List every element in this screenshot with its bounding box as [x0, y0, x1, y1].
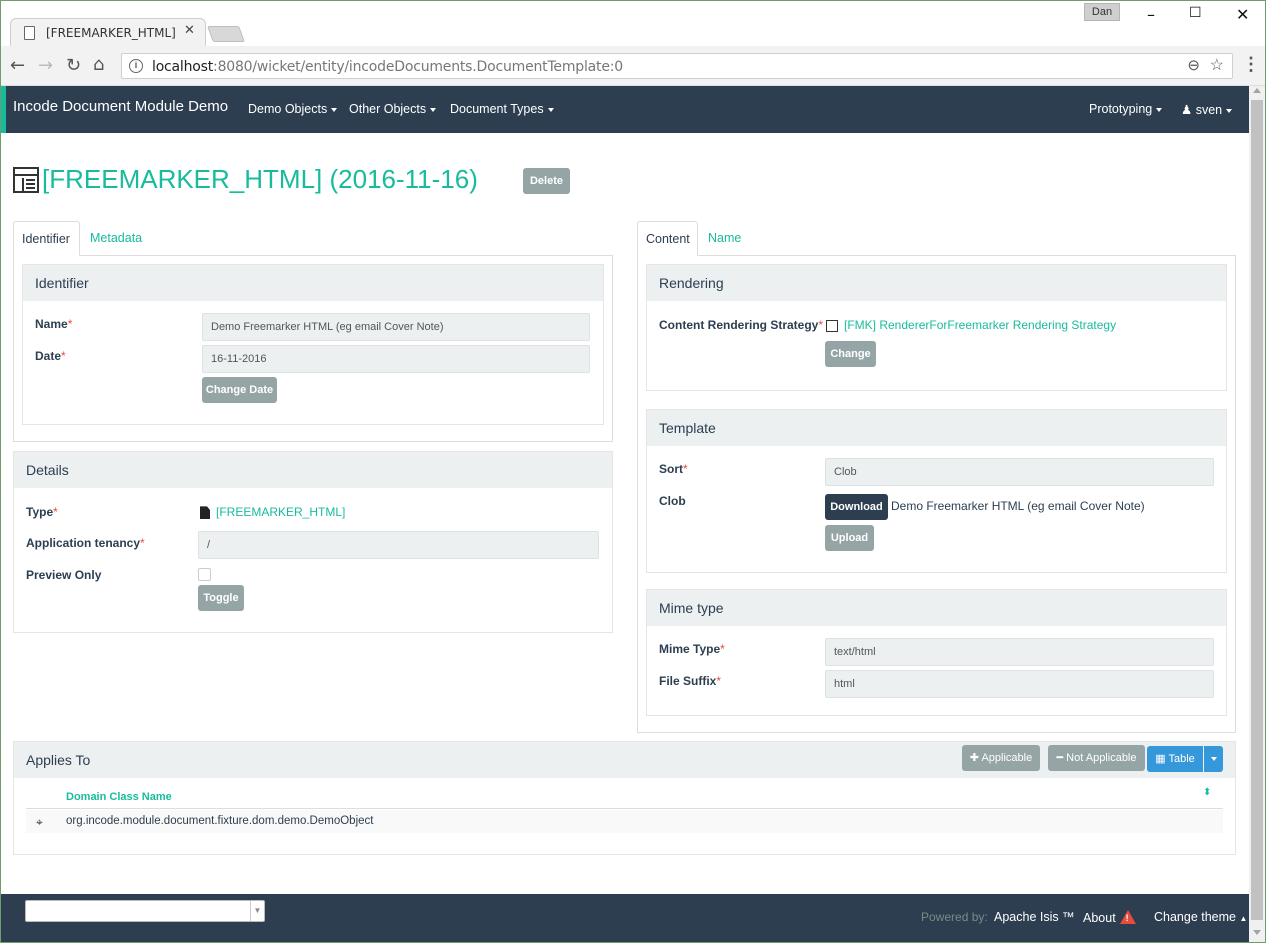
preview-only-label: Preview Only [26, 568, 102, 582]
rendering-strategy-value[interactable]: [FMK] RendererForFreemarker Rendering St… [826, 318, 1116, 332]
date-label: Date* [35, 349, 66, 363]
user-icon: ♟ [1181, 103, 1193, 117]
rendering-strategy-label: Content Rendering Strategy* [659, 318, 824, 332]
mime-type-label: Mime Type* [659, 642, 725, 656]
file-suffix-label: File Suffix* [659, 674, 722, 688]
close-tab-icon[interactable]: ✕ [184, 23, 195, 38]
menu-other-objects[interactable]: Other Objects [349, 102, 437, 116]
close-window-icon[interactable]: ✕ [1236, 5, 1249, 24]
scroll-down-icon[interactable] [1253, 930, 1261, 935]
table-header-row [26, 786, 1223, 809]
type-value[interactable]: [FREEMARKER_HTML] [200, 505, 345, 520]
table-view-button[interactable]: ▦ Table [1147, 746, 1203, 772]
applicable-button[interactable]: ✚ Applicable [962, 745, 1040, 771]
plus-icon: ✚ [969, 752, 979, 764]
column-header-domain-class[interactable]: Domain Class Name [66, 791, 172, 803]
mime-type-panel-heading: Mime type [647, 590, 1226, 626]
tab-identifier[interactable]: Identifier [13, 221, 80, 256]
back-icon[interactable]: ← [10, 55, 25, 76]
tab-metadata[interactable]: Metadata [90, 231, 142, 245]
toggle-button[interactable]: Toggle [198, 585, 244, 611]
address-bar[interactable]: i localhost:8080/wicket/entity/incodeDoc… [121, 53, 1233, 79]
scroll-up-icon[interactable] [1253, 88, 1261, 93]
rendering-panel-heading: Rendering [647, 265, 1226, 301]
template-panel: Template [646, 409, 1227, 573]
caret-up-icon: ▲ [1239, 914, 1248, 923]
mime-type-field[interactable]: text/html [825, 638, 1214, 666]
user-menu[interactable]: ♟ sven [1181, 102, 1233, 117]
menu-demo-objects[interactable]: Demo Objects [248, 102, 338, 116]
scrollbar-thumb[interactable] [1251, 100, 1263, 920]
cube-icon [826, 319, 838, 332]
type-label: Type* [26, 505, 58, 519]
home-icon[interactable]: ⌂ [93, 54, 104, 75]
app-brand[interactable]: Incode Document Module Demo [13, 98, 228, 115]
about-link[interactable]: About! [1083, 910, 1136, 925]
preview-only-checkbox[interactable] [198, 568, 211, 581]
download-button[interactable]: Download [825, 494, 888, 520]
date-field[interactable]: 16-11-2016 [202, 345, 590, 373]
identifier-panel-heading: Identifier [23, 265, 603, 301]
minus-icon: ━ [1056, 752, 1064, 764]
page-title: [FREEMARKER_HTML] (2016-11-16) [42, 164, 478, 194]
caret-down-icon [547, 107, 554, 112]
document-template-icon [13, 167, 39, 193]
upload-button[interactable]: Upload [825, 525, 874, 551]
bookmark-star-icon[interactable]: ☆ [1210, 55, 1224, 75]
reload-icon[interactable]: ↻ [66, 55, 81, 76]
details-panel-heading: Details [14, 452, 612, 488]
tab-name[interactable]: Name [708, 231, 741, 245]
caret-down-icon [1210, 757, 1217, 762]
name-field[interactable]: Demo Freemarker HTML (eg email Cover Not… [202, 313, 590, 341]
clob-label: Clob [659, 494, 686, 508]
browser-tab-title[interactable]: [FREEMARKER_HTML] (2016-11-16) [46, 26, 176, 40]
tab-content[interactable]: Content [637, 221, 698, 256]
caret-down-icon [1226, 108, 1233, 113]
row-object-icon[interactable]: ⌖ [36, 815, 43, 830]
profile-button[interactable]: Dan [1084, 3, 1120, 21]
tenancy-label: Application tenancy* [26, 536, 145, 550]
file-suffix-field[interactable]: html [825, 670, 1214, 698]
sort-icon[interactable]: ⬍ [1203, 787, 1211, 798]
caret-down-icon [331, 107, 338, 112]
maximize-icon[interactable]: ☐ [1189, 5, 1202, 21]
change-button[interactable]: Change [825, 341, 876, 367]
name-label: Name* [35, 317, 73, 331]
browser-menu-icon[interactable]: ⋮ [1242, 54, 1260, 75]
address-url[interactable]: localhost:8080/wicket/entity/incodeDocum… [152, 59, 623, 75]
change-theme-menu[interactable]: Change theme ▲ [1154, 910, 1247, 924]
clob-filename: Demo Freemarker HTML (eg email Cover Not… [891, 499, 1145, 513]
not-applicable-button[interactable]: ━ Not Applicable [1048, 745, 1145, 771]
minimize-icon[interactable]: – [1147, 5, 1155, 24]
apache-isis-link[interactable]: Apache Isis ™ [994, 910, 1075, 924]
menu-prototyping[interactable]: Prototyping [1089, 102, 1163, 116]
change-date-button[interactable]: Change Date [202, 377, 277, 403]
menu-document-types[interactable]: Document Types [450, 102, 554, 116]
document-icon [200, 506, 210, 520]
zoom-icon[interactable]: ⊖ [1187, 56, 1200, 74]
info-icon[interactable]: i [129, 59, 143, 73]
template-panel-heading: Template [647, 410, 1226, 446]
sort-field[interactable]: Clob [825, 458, 1214, 486]
table-icon: ▦ [1155, 753, 1166, 765]
row-domain-class-name[interactable]: org.incode.module.document.fixture.dom.d… [66, 815, 373, 827]
tenancy-field[interactable]: / [198, 531, 599, 559]
page-icon [24, 26, 35, 40]
delete-button[interactable]: Delete [523, 168, 570, 194]
new-tab-button[interactable] [207, 26, 245, 42]
select-arrow-icon: ▼ [250, 901, 264, 921]
caret-down-icon [1156, 107, 1163, 112]
powered-by-label: Powered by: [921, 910, 988, 924]
navbar-accent [0, 86, 6, 133]
forward-icon[interactable]: → [38, 55, 53, 76]
footer-select[interactable]: ▼ [25, 900, 265, 922]
sort-label: Sort* [659, 462, 688, 476]
warning-icon: ! [1119, 910, 1136, 924]
view-dropdown-button[interactable] [1204, 746, 1223, 772]
caret-down-icon [430, 107, 437, 112]
